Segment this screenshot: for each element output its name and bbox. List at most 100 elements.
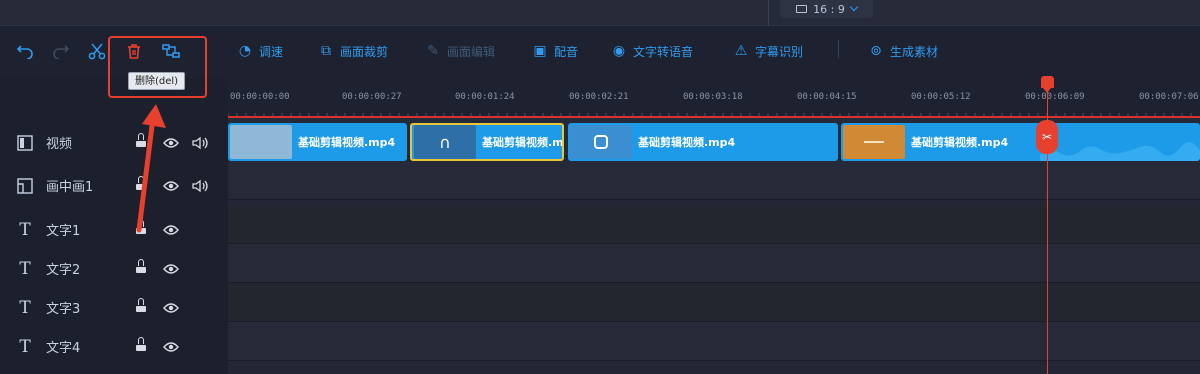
lock-icon[interactable]	[136, 176, 146, 190]
lane-pip[interactable]	[228, 161, 1200, 200]
video-track-icon	[16, 134, 34, 152]
timecode-label: 00:00:04:15	[797, 92, 857, 102]
clip-thumbnail	[570, 125, 632, 159]
track-header-text1[interactable]: T 文字1	[0, 210, 228, 249]
split-at-playhead-icon[interactable]: ✂	[1036, 120, 1058, 154]
timecode-label: 00:00:00:00	[230, 92, 290, 102]
unlock-icon[interactable]	[136, 337, 146, 351]
track-headers: 视频 画中画1 T 文字1 T 文字2 T 文字3 T 文字4	[0, 78, 228, 374]
mic-icon: ▣	[533, 43, 547, 59]
generate-tool-label: 生成素材	[890, 44, 939, 59]
eye-icon[interactable]	[163, 302, 179, 314]
toolbar-separator	[838, 40, 839, 58]
redo-button[interactable]	[50, 40, 72, 62]
timecode-label: 00:00:00:27	[342, 92, 402, 102]
text-track-icon: T	[19, 258, 31, 279]
edit-tool-label: 画面编辑	[447, 44, 496, 59]
dub-tool[interactable]: ▣ 配音	[532, 40, 578, 62]
track-label: 文字3	[46, 302, 81, 317]
generate-tool[interactable]: ⊚ 生成素材	[868, 40, 938, 62]
lock-icon[interactable]	[136, 220, 146, 234]
text-track-icon: T	[19, 297, 31, 318]
timecode-label: 00:00:03:18	[683, 92, 743, 102]
track-header-text4[interactable]: T 文字4	[0, 327, 228, 366]
tts-tool-label: 文字转语音	[633, 44, 694, 59]
eye-icon[interactable]	[163, 263, 179, 275]
text-track-icon: T	[19, 219, 31, 240]
video-clip-selected[interactable]: ∩ 基础剪辑视频.mp4	[410, 123, 564, 161]
clip-thumbnail: ∩	[414, 125, 476, 159]
lane-text2[interactable]	[228, 244, 1200, 283]
crop-tool-label: 画面裁剪	[340, 44, 389, 59]
generate-icon: ⊚	[870, 43, 882, 59]
dub-tool-label: 配音	[554, 44, 579, 59]
track-header-pip[interactable]: 画中画1	[0, 166, 228, 205]
lane-text3[interactable]	[228, 283, 1200, 322]
clip-name: 基础剪辑视频.mp4	[298, 136, 396, 149]
cut-button[interactable]	[86, 40, 108, 62]
track-label: 文字2	[46, 263, 81, 278]
speed-tool-label: 调速	[259, 44, 284, 59]
track-header-video[interactable]: 视频	[0, 123, 228, 162]
clip-thumbnail	[843, 125, 905, 159]
edit-tool[interactable]: ✎ 画面编辑	[425, 40, 495, 62]
undo-icon	[16, 45, 33, 59]
subtitle-tool[interactable]: ⚠ 字幕识别	[733, 40, 803, 62]
track-header-text2[interactable]: T 文字2	[0, 249, 228, 288]
track-label: 画中画1	[46, 180, 94, 195]
track-label: 视频	[46, 137, 73, 152]
track-label: 文字4	[46, 341, 81, 356]
unlock-icon[interactable]	[136, 259, 146, 273]
playhead-handle[interactable]	[1041, 76, 1054, 93]
timecode-label: 00:00:01:24	[455, 92, 515, 102]
lane-text4[interactable]	[228, 322, 1200, 361]
video-clip[interactable]: 基础剪辑视频.mp4	[228, 123, 407, 161]
tts-icon: ◉	[612, 43, 626, 59]
video-clip[interactable]: 基础剪辑视频.mp4	[568, 123, 838, 161]
video-clip[interactable]: 基础剪辑视频.mp4	[841, 123, 1200, 161]
clip-name: 基础剪辑视频.mp4	[911, 136, 1009, 149]
eye-icon[interactable]	[163, 224, 179, 236]
aspect-ratio-select[interactable]: 16 : 9	[780, 0, 873, 18]
unlock-icon[interactable]	[136, 298, 146, 312]
eye-icon[interactable]	[163, 341, 179, 353]
redo-icon	[53, 45, 70, 59]
timeline-ruler[interactable]: 00:00:00:00 00:00:00:27 00:00:01:24 00:0…	[228, 78, 1200, 118]
subtitle-tool-label: 字幕识别	[755, 44, 804, 59]
timecode-label: 00:00:05:12	[911, 92, 971, 102]
video-editor: 16 : 9 •••	[0, 0, 1200, 374]
timecode-label: 00:00:06:09	[1025, 92, 1085, 102]
pip-track-icon	[16, 177, 34, 195]
chevron-down-icon	[849, 2, 859, 12]
delete-tooltip: 删除(del)	[128, 72, 186, 90]
crop-icon: ⧉	[321, 43, 331, 59]
speed-icon: ◔	[238, 43, 252, 59]
timecode-label: 00:00:02:21	[569, 92, 629, 102]
audio-waveform	[1040, 142, 1200, 161]
crop-tool[interactable]: ⧉ 画面裁剪	[318, 40, 388, 62]
lock-icon[interactable]	[136, 133, 146, 147]
lane-text1[interactable]	[228, 205, 1200, 244]
scissors-icon	[88, 43, 106, 60]
speaker-icon[interactable]	[192, 179, 210, 193]
timeline-lanes: 基础剪辑视频.mp4 ∩ 基础剪辑视频.mp4 基础剪辑视频.mp4 基础剪辑视…	[228, 118, 1200, 374]
eye-icon[interactable]	[163, 137, 179, 149]
tts-tool[interactable]: ◉ 文字转语音	[611, 40, 693, 62]
clip-thumbnail	[230, 125, 292, 159]
edit-icon: ✎	[427, 43, 439, 59]
timecode-label: 00:00:07:06	[1139, 92, 1199, 102]
clip-name: 基础剪辑视频.mp4	[638, 136, 736, 149]
speaker-icon[interactable]	[192, 136, 210, 150]
eye-icon[interactable]	[163, 180, 179, 192]
monitor-icon	[796, 5, 808, 13]
text-track-icon: T	[19, 336, 31, 357]
track-header-text3[interactable]: T 文字3	[0, 288, 228, 327]
panel-divider	[768, 0, 769, 26]
speed-tool[interactable]: ◔ 调速	[237, 40, 283, 62]
aspect-ratio-value: 16 : 9	[813, 2, 845, 16]
subtitle-icon: ⚠	[734, 43, 748, 59]
clip-name: 基础剪辑视频.mp4	[482, 136, 564, 149]
undo-button[interactable]	[14, 40, 36, 62]
top-strip: 16 : 9	[0, 0, 1200, 26]
track-label: 文字1	[46, 224, 81, 239]
